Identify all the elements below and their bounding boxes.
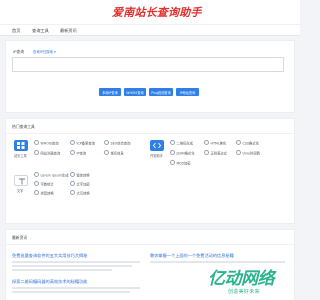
code-icon[interactable] — [150, 140, 164, 151]
news-item-title[interactable]: 探索二维码编码器的高效技术的秘籍功能 — [12, 279, 87, 285]
news-excerpt — [12, 269, 112, 271]
tool-link[interactable]: Lorem ipsum生成 — [34, 172, 69, 178]
tool-link[interactable]: SEO综合查询 — [104, 140, 131, 146]
nav-item-home[interactable]: 首页 — [12, 28, 20, 34]
tool-link[interactable]: 二维码生成 — [170, 140, 193, 146]
grid-icon[interactable] — [14, 140, 28, 151]
tool-link[interactable]: MD5加密 — [170, 160, 191, 166]
search-type-label: IP查询 — [13, 49, 25, 54]
categories-title: 热门查询工具 — [12, 124, 35, 129]
tool-link[interactable]: IP查询 — [70, 150, 87, 156]
main-nav: 首页 查询工具 最新资讯 — [0, 24, 300, 36]
category-label-dev[interactable]: 开发助手 — [150, 153, 163, 158]
news-item-title[interactable]: 免费批量查询软件的五大实用技巧大揭秘 — [12, 253, 87, 259]
site-logo[interactable]: 爱南站长查询助手 — [112, 4, 202, 20]
nav-item-news[interactable]: 最新资讯 — [60, 28, 77, 34]
site-header: 爱南站长查询助手 — [0, 0, 300, 24]
tool-link[interactable]: Unix时间戳 — [236, 150, 260, 156]
divider — [6, 244, 294, 245]
search-input[interactable] — [12, 57, 284, 72]
tool-link[interactable]: CSS格式化 — [236, 140, 259, 146]
tool-link[interactable]: 大写转换 — [70, 190, 90, 196]
tool-link[interactable]: 域名信息 — [104, 150, 124, 156]
whois-button[interactable]: WHOIS查询 — [124, 88, 146, 96]
category-label-text[interactable]: 文字 — [17, 188, 23, 193]
nav-item-tools[interactable]: 查询工具 — [32, 28, 49, 34]
watermark-slogan: 创造美好未来 — [228, 289, 260, 295]
tool-link[interactable]: 文字加密 — [70, 181, 90, 187]
news-section-title: 最新资讯 — [12, 235, 28, 240]
news-excerpt — [12, 265, 132, 267]
search-type-dropdown[interactable]: 查询IP归属地 ▾ — [33, 49, 56, 54]
ip-lookup-button[interactable]: IP地址查询 — [176, 88, 199, 96]
watermark-brand: 亿动网络 — [208, 269, 275, 289]
tool-link[interactable]: WHOIS查询 — [34, 140, 59, 146]
tool-link[interactable]: 网站测速查询 — [34, 150, 61, 156]
local-ip-button[interactable]: 本地IP查询 — [99, 88, 121, 96]
watermark: 亿动网络 创造美好未来 — [200, 262, 300, 300]
categories-panel: 热门查询工具 — [5, 118, 295, 224]
ping-button[interactable]: Ping检测查询 — [149, 88, 173, 96]
search-panel: IP查询 查询IP归属地 ▾ — [5, 40, 295, 113]
tool-link[interactable]: 字数统计 — [34, 181, 54, 187]
tool-link[interactable]: ICP备案查询 — [70, 140, 95, 146]
category-label-webmaster[interactable]: 站长工具 — [14, 153, 27, 158]
tool-link[interactable]: 正则表达式 — [204, 150, 227, 156]
news-excerpt — [12, 291, 130, 293]
text-icon[interactable] — [14, 175, 28, 186]
news-excerpt — [12, 287, 140, 289]
tool-link[interactable]: 拼音转换 — [34, 190, 54, 196]
divider — [6, 133, 294, 134]
tool-link[interactable]: JSON格式化 — [170, 150, 195, 156]
news-excerpt — [12, 261, 140, 263]
tool-link[interactable]: 繁体转换 — [70, 172, 90, 178]
news-item-title[interactable]: 教你掌握一个上面的一个免费活动的信息秘籍 — [150, 253, 234, 259]
tool-link[interactable]: HTML美化 — [204, 140, 227, 146]
